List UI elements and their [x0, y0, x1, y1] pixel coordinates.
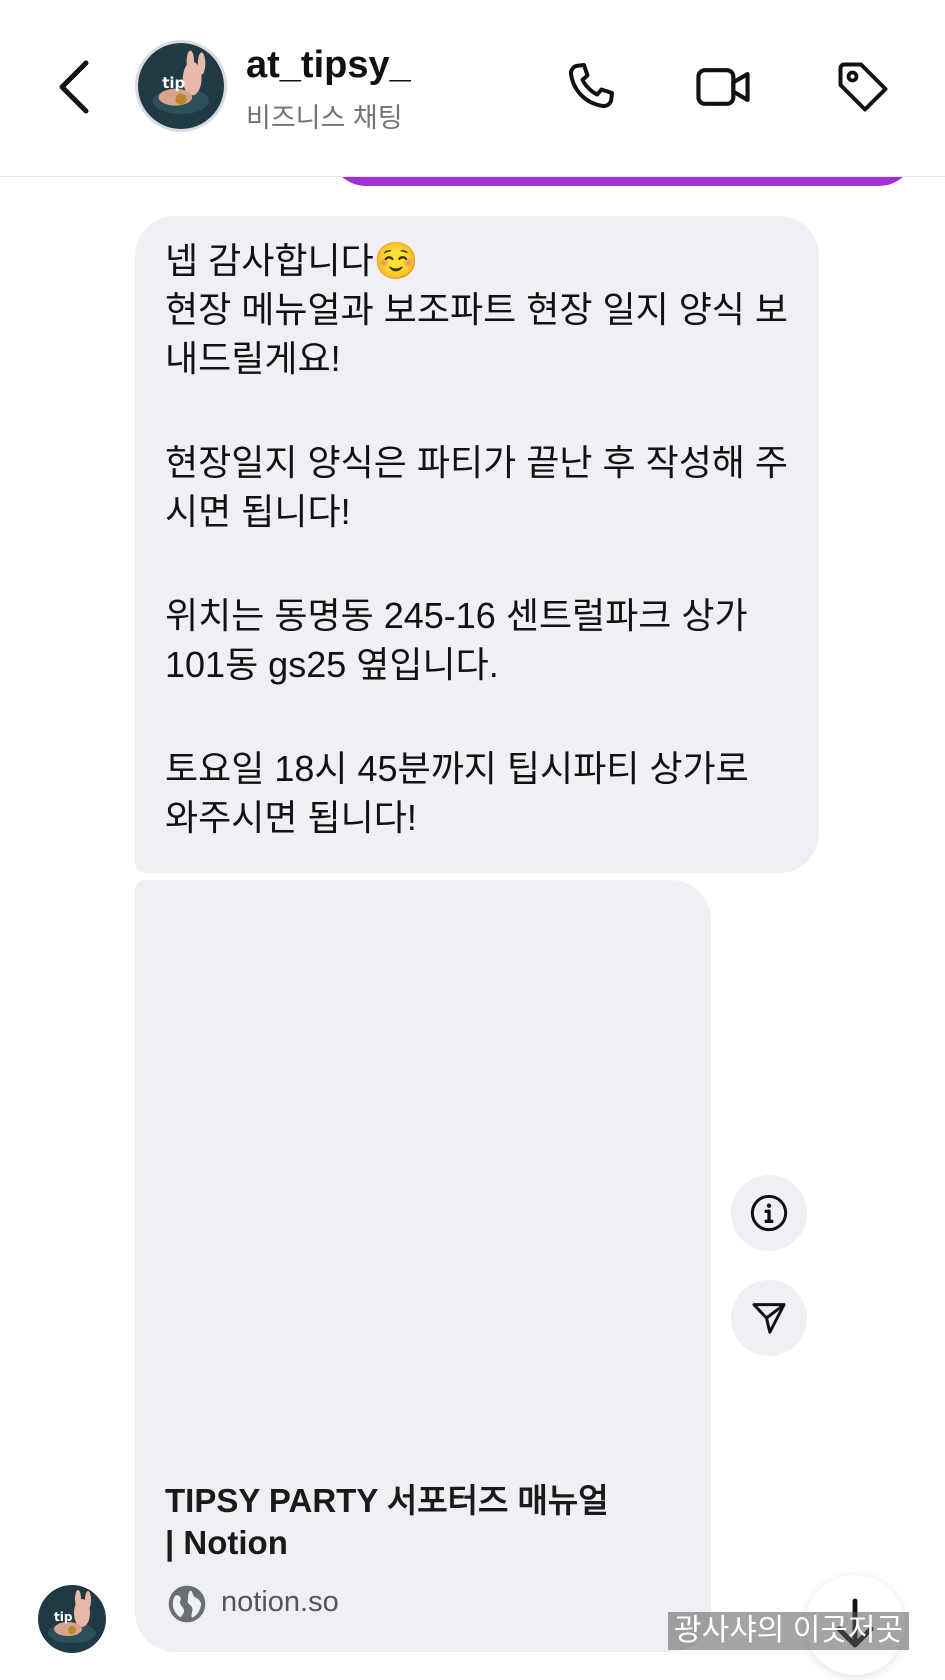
avatar[interactable]: tip — [135, 40, 227, 132]
message-paragraph: 위치는 동명동 245-16 센트럴파크 상가 101동 gs25 옆입니다. — [165, 595, 748, 685]
chat-header: tip at_tipsy_ 비즈니스 채팅 — [0, 0, 945, 177]
avatar-image: tip — [38, 1585, 106, 1653]
label-button[interactable] — [828, 52, 898, 122]
video-call-button[interactable] — [688, 52, 758, 122]
info-button[interactable] — [731, 1175, 807, 1251]
link-preview-title: TIPSY PARTY 서포터즈 매뉴얼 | Notion — [165, 1482, 609, 1561]
share-button[interactable] — [731, 1280, 807, 1356]
chevron-left-icon — [59, 60, 89, 114]
message-paragraph: 현장일지 양식은 파티가 끝난 후 작성해 주 시면 됩니다! — [165, 442, 789, 532]
link-preview-card[interactable]: TIPSY PARTY 서포터즈 매뉴얼 | Notion notion.so — [135, 880, 711, 1652]
message-paragraph: 넵 감사합니다☺️ 현장 메뉴얼과 보조파트 현장 일지 양식 보 내드릴게요! — [165, 240, 789, 379]
globe-icon — [168, 1585, 206, 1623]
phone-icon — [568, 63, 614, 109]
link-preview-domain: notion.so — [221, 1586, 339, 1618]
watermark: 광사샤의 이곳저곳 — [668, 1612, 910, 1650]
chat-username[interactable]: at_tipsy_ — [246, 44, 411, 87]
video-camera-icon — [696, 68, 750, 106]
avatar-image: tip — [138, 43, 224, 129]
received-message-bubble[interactable]: 넵 감사합니다☺️ 현장 메뉴얼과 보조파트 현장 일지 양식 보 내드릴게요!… — [135, 216, 819, 873]
tag-icon — [838, 62, 888, 112]
back-button[interactable] — [52, 55, 102, 120]
svg-text:tip: tip — [162, 74, 185, 92]
info-icon — [750, 1194, 788, 1232]
chat-subtitle: 비즈니스 채팅 — [246, 103, 403, 133]
svg-text:tip: tip — [54, 1610, 73, 1624]
call-button[interactable] — [556, 52, 626, 122]
message-paragraph: 토요일 18시 45분까지 팁시파티 상가로 와주시면 됩니다! — [165, 748, 749, 838]
send-icon — [752, 1303, 786, 1334]
sender-avatar[interactable]: tip — [38, 1585, 106, 1653]
